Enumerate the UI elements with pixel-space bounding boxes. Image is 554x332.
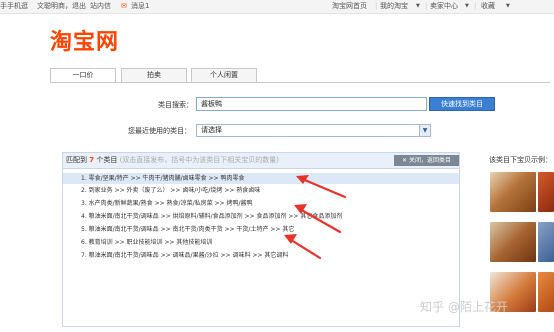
watermark: 知乎 @陌上花开 <box>420 300 508 314</box>
annotation-arrows <box>284 175 347 260</box>
arrow-annotation <box>296 206 342 234</box>
arrowhead <box>296 175 309 184</box>
arrow-annotation <box>298 176 347 199</box>
